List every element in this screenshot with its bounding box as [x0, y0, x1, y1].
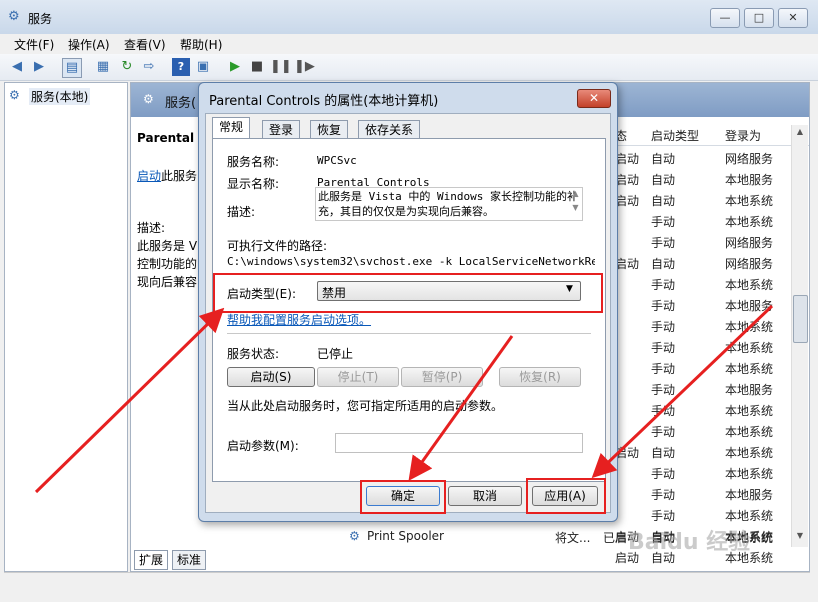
arrow-to-startup-type — [34, 307, 225, 494]
arrow-to-apply — [591, 304, 774, 479]
baidu-watermark: Baidu 经验 — [628, 530, 751, 555]
arrow-to-ok — [408, 335, 514, 481]
annotation-arrows — [34, 304, 774, 494]
